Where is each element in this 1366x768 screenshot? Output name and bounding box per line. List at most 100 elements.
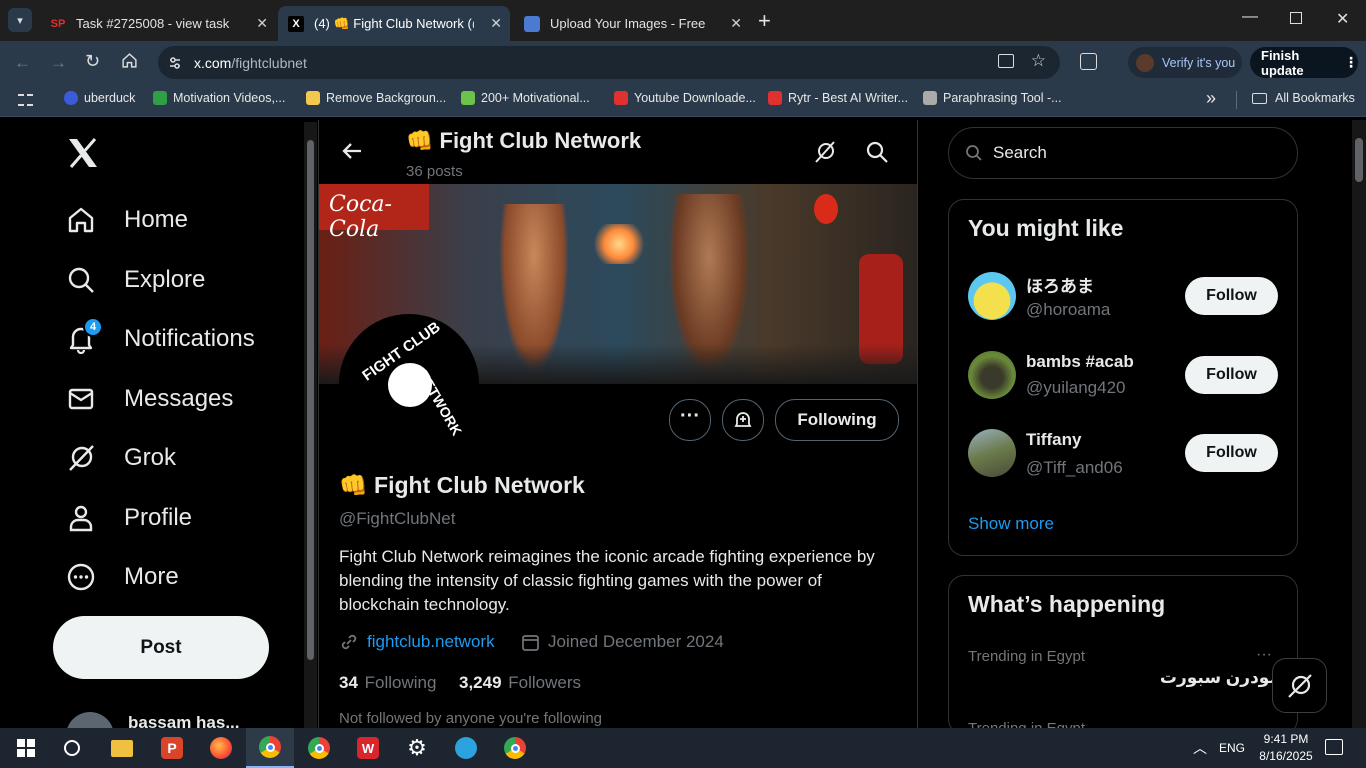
home-icon (68, 207, 94, 233)
bookmark-motivation[interactable]: Motivation Videos,... (153, 91, 285, 105)
close-window-button[interactable]: ✕ (1336, 9, 1349, 29)
suggestion-avatar[interactable] (968, 351, 1016, 399)
x-logo-icon (69, 138, 97, 168)
bookmark-remove-bg[interactable]: Remove Backgroun... (306, 91, 446, 105)
bookmark-motivational[interactable]: 200+ Motivational... (461, 91, 590, 105)
nav-label: Notifications (124, 325, 255, 352)
suggestion-avatar[interactable] (968, 272, 1016, 320)
cortana-search-button[interactable] (58, 734, 86, 762)
finish-update-button[interactable]: Finish update ⋮ (1250, 47, 1358, 78)
apps-icon[interactable] (18, 92, 34, 108)
bookmark-label: Youtube Downloade... (634, 91, 756, 105)
x-favicon-icon: X (288, 15, 304, 32)
new-tab-button[interactable]: + (758, 8, 771, 34)
bookmark-paraphrasing[interactable]: Paraphrasing Tool -... (923, 91, 1062, 105)
bookmark-uberduck[interactable]: uberduck (64, 91, 135, 105)
tab-search-button[interactable]: ▾ (8, 8, 32, 32)
grok-floating-button[interactable] (1272, 658, 1327, 713)
nav-messages[interactable]: Messages (66, 374, 233, 424)
follow-button[interactable]: Follow (1185, 356, 1278, 394)
divider (1236, 91, 1237, 109)
followers-count-link[interactable]: 3,249 Followers (459, 673, 581, 693)
language-indicator[interactable]: ENG (1219, 741, 1245, 755)
tab-task[interactable]: SP Task #2725008 - view task ✕ (40, 6, 276, 41)
tray-chevron-icon[interactable]: ︿ (1193, 738, 1207, 758)
bookmark-label: uberduck (84, 91, 136, 105)
tab-upload-images[interactable]: Upload Your Images - Free Imag ✕ (514, 6, 750, 41)
trend-name[interactable]: مودرن سبورت (1120, 668, 1280, 688)
suggestion-name[interactable]: bambs #acab (1026, 352, 1134, 372)
website-link[interactable]: fightclub.network (367, 632, 495, 652)
wps-pdf-icon[interactable]: P (158, 734, 186, 762)
mail-icon (68, 388, 94, 410)
nav-explore[interactable]: Explore (66, 255, 205, 305)
file-explorer-icon[interactable] (108, 734, 136, 762)
site-info-icon[interactable] (168, 56, 182, 70)
all-bookmarks[interactable]: All Bookmarks (1252, 91, 1355, 105)
settings-gear-icon[interactable]: ⚙ (403, 734, 431, 762)
action-center-icon[interactable] (1325, 739, 1343, 755)
nav-more[interactable]: More (66, 552, 179, 602)
header-search-button[interactable] (865, 140, 889, 169)
address-bar[interactable]: x.com/fightclubnet ☆ (158, 46, 1060, 79)
following-count-link[interactable]: 34 Following (339, 673, 436, 693)
clock[interactable]: 9:41 PM 8/16/2025 (1256, 731, 1316, 765)
finish-update-label: Finish update (1261, 47, 1304, 78)
bookmark-youtube-downloader[interactable]: Youtube Downloade... (614, 91, 756, 105)
windows-start-button[interactable] (12, 734, 40, 762)
sp-favicon-icon: SP (50, 17, 66, 30)
forward-button[interactable]: → (50, 53, 67, 73)
header-grok-button[interactable] (813, 140, 837, 169)
follow-button[interactable]: Follow (1185, 277, 1278, 315)
whats-happening-title: What’s happening (968, 591, 1166, 617)
verify-chip[interactable]: Verify it's you (1128, 47, 1242, 78)
tab-fight-club[interactable]: X (4) 👊 Fight Club Network (@Fi ✕ (278, 6, 510, 41)
x-logo[interactable] (66, 136, 100, 175)
extensions-icon[interactable] (1080, 53, 1097, 70)
chrome-active-icon[interactable] (246, 728, 294, 768)
back-arrow-button[interactable] (341, 140, 363, 167)
nav-grok[interactable]: Grok (66, 433, 176, 483)
link-icon (341, 634, 357, 650)
bookmark-rytr[interactable]: Rytr - Best AI Writer... (768, 91, 908, 105)
home-button[interactable] (121, 52, 138, 74)
close-icon[interactable]: ✕ (730, 15, 742, 32)
search-input[interactable]: Search (948, 127, 1298, 179)
close-icon[interactable]: ✕ (256, 15, 268, 32)
bookmarks-overflow-button[interactable]: » (1206, 88, 1216, 109)
profile-website[interactable]: fightclub.network (339, 632, 495, 652)
suggestion-name[interactable]: ほろあま (1026, 272, 1094, 297)
show-more-link[interactable]: Show more (968, 514, 1054, 534)
trend-more-button[interactable]: ··· (1256, 646, 1272, 664)
install-app-icon[interactable] (998, 54, 1014, 68)
reload-button[interactable]: ↻ (85, 51, 100, 72)
chrome-profile-icon[interactable] (501, 734, 529, 762)
back-button[interactable]: ← (14, 53, 31, 73)
post-button[interactable]: Post (53, 616, 269, 679)
banner-sign: Coca-Cola (319, 184, 429, 242)
search-icon (68, 267, 94, 293)
follow-button[interactable]: Follow (1185, 434, 1278, 472)
firefox-icon[interactable] (207, 734, 235, 762)
chrome-icon[interactable] (305, 734, 333, 762)
telegram-icon[interactable] (452, 734, 480, 762)
star-icon[interactable]: ☆ (1031, 51, 1046, 71)
restore-button[interactable] (1290, 12, 1302, 24)
following-label: Following (364, 673, 437, 692)
nav-home[interactable]: Home (66, 195, 188, 245)
more-options-button[interactable]: ··· (669, 399, 711, 441)
suggestion-name[interactable]: Tiffany (1026, 430, 1081, 450)
bookmark-favicon-icon (64, 91, 78, 105)
bookmark-favicon-icon (614, 91, 628, 105)
following-button[interactable]: Following (775, 399, 899, 441)
minimize-button[interactable]: — (1242, 8, 1258, 26)
account-switcher[interactable]: bassam has... (66, 710, 286, 728)
notify-bell-button[interactable] (722, 399, 764, 441)
page-scrollbar-left[interactable] (304, 122, 317, 728)
close-icon[interactable]: ✕ (490, 15, 502, 32)
profile-avatar[interactable]: FIGHT CLUB NETWORK (339, 314, 479, 454)
page-scrollbar[interactable] (1352, 120, 1366, 728)
wps-office-icon[interactable]: W (354, 734, 382, 762)
nav-profile[interactable]: Profile (66, 493, 192, 543)
suggestion-avatar[interactable] (968, 429, 1016, 477)
